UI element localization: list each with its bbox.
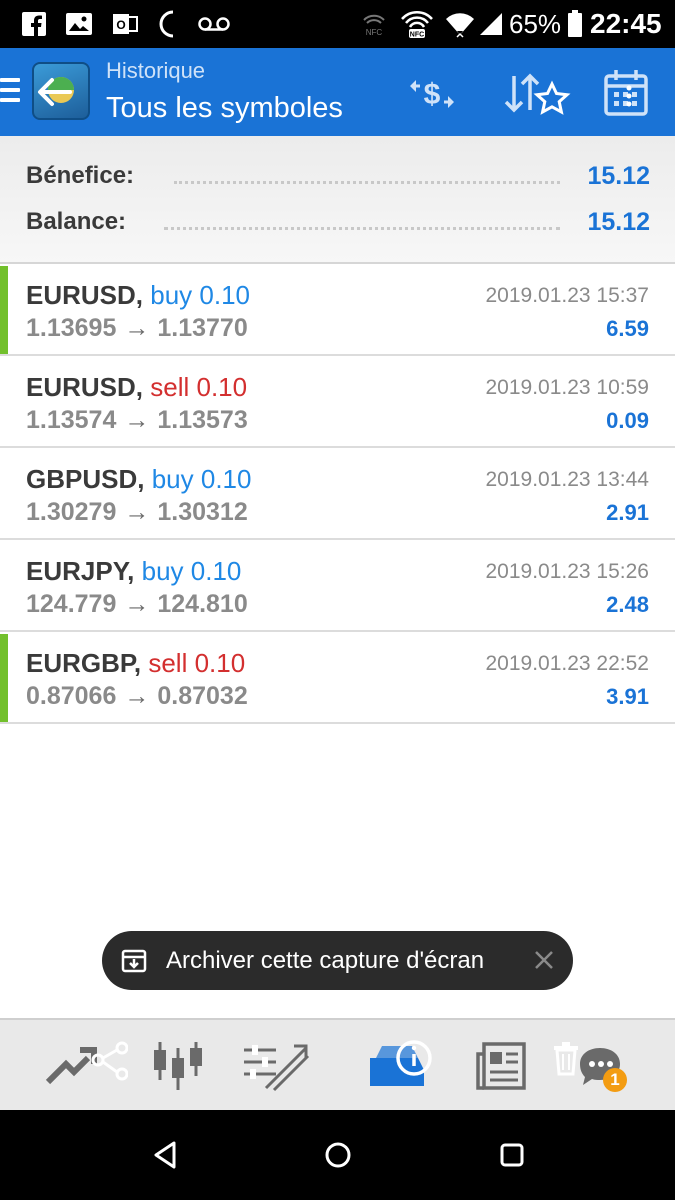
- benefit-value: 15.12: [587, 162, 650, 190]
- summary-panel: Bénefice: 15.12 Balance: 15.12: [0, 136, 675, 264]
- trade-profit: 0.09: [606, 408, 649, 433]
- trade-profit: 6.59: [606, 316, 649, 341]
- sort-favorites-icon[interactable]: [500, 66, 574, 122]
- header-subtitle: Historique: [106, 58, 206, 83]
- dotted-leader: [164, 226, 560, 230]
- trade-row[interactable]: EURGBP, sell 0.10 0.87066 → 0.87032 2019.0…: [0, 632, 675, 724]
- trade-symbol: GBPUSD,: [26, 464, 145, 494]
- delete-chat-icon[interactable]: 1: [548, 1036, 638, 1096]
- trade-symbol: EURGBP,: [26, 648, 142, 678]
- voicemail-icon: [198, 8, 230, 40]
- moon-icon: [156, 8, 182, 40]
- trade-date: 2019.01.23 10:59: [485, 376, 650, 399]
- marker-bar: [0, 634, 8, 722]
- back-arrow-icon[interactable]: [34, 74, 74, 110]
- benefit-row: Bénefice: 15.12: [26, 158, 650, 194]
- trade-date: 2019.01.23 15:26: [485, 560, 650, 583]
- open-price: 124.779: [26, 590, 117, 618]
- trade-volume: 0.10: [194, 648, 246, 678]
- trade-volume: 0.10: [199, 280, 251, 310]
- trade-side: sell: [150, 372, 190, 402]
- cell-signal-icon: [478, 8, 504, 40]
- arrow-icon: →: [124, 314, 150, 342]
- close-price: 1.30312: [157, 498, 248, 526]
- trade-volume: 0.10: [200, 464, 252, 494]
- trade-profit: 2.91: [606, 500, 649, 525]
- open-price: 1.30279: [26, 498, 117, 526]
- open-price: 1.13695: [26, 314, 117, 342]
- trade-row[interactable]: EURUSD, sell 0.10 1.13574 → 1.13573 2019.0…: [0, 356, 675, 448]
- trade-info-icon[interactable]: [366, 1036, 438, 1096]
- chat-badge: 1: [610, 1070, 620, 1089]
- home-icon[interactable]: [318, 1135, 358, 1175]
- arrow-icon: →: [124, 498, 150, 526]
- trade-side: buy: [141, 556, 184, 586]
- recents-icon[interactable]: [492, 1135, 532, 1175]
- marker-bar: [0, 266, 8, 354]
- trade-date: 2019.01.23 13:44: [485, 468, 650, 491]
- nfc-signal-icon: NFC: [400, 8, 434, 40]
- trade-date: 2019.01.23 15:37: [485, 284, 650, 307]
- status-bar: O NFC NFC 65% 22:45: [0, 0, 675, 48]
- svg-text:$: $: [424, 78, 441, 111]
- clock: 22:45: [590, 8, 662, 39]
- open-price: 0.87066: [26, 682, 117, 710]
- office-icon: O: [110, 8, 140, 40]
- menu-icon[interactable]: [0, 78, 20, 104]
- svg-text:O: O: [116, 18, 125, 32]
- svg-text:NFC: NFC: [410, 32, 424, 39]
- close-icon[interactable]: [529, 945, 559, 975]
- toast-text[interactable]: Archiver cette capture d'écran: [166, 931, 484, 990]
- bottom-toolbar: 1: [0, 1018, 675, 1110]
- calendar-icon[interactable]: [600, 66, 656, 122]
- balance-label: Balance:: [26, 208, 127, 235]
- trade-side: buy: [151, 464, 194, 494]
- screenshot-toast[interactable]: Archiver cette capture d'écran: [102, 931, 573, 990]
- battery-percent: 65%: [509, 9, 562, 39]
- currency-exchange-icon[interactable]: $: [404, 66, 460, 122]
- trade-share-icon[interactable]: [42, 1036, 129, 1096]
- system-nav-bar: [0, 1110, 675, 1200]
- trade-symbol: EURJPY,: [26, 556, 135, 586]
- svg-text:NFC: NFC: [366, 28, 383, 37]
- arrow-icon: →: [124, 406, 150, 434]
- news-icon[interactable]: [474, 1036, 530, 1096]
- indicators-icon[interactable]: [240, 1036, 312, 1096]
- trade-row[interactable]: GBPUSD, buy 0.10 1.30279 → 1.30312 2019.01…: [0, 448, 675, 540]
- gallery-icon: [64, 8, 94, 40]
- arrow-icon: →: [124, 682, 150, 710]
- trade-volume: 0.10: [190, 556, 242, 586]
- open-price: 1.13574: [26, 406, 117, 434]
- facebook-icon: [20, 8, 48, 40]
- close-price: 0.87032: [157, 682, 248, 710]
- close-price: 1.13770: [157, 314, 248, 342]
- trade-symbol: EURUSD,: [26, 372, 144, 402]
- nfc-icon: NFC: [360, 8, 388, 40]
- balance-row: Balance: 15.12: [26, 204, 650, 240]
- trade-list: EURUSD, buy 0.10 1.13695 → 1.13770 2019.01…: [0, 264, 675, 724]
- trade-side: sell: [148, 648, 188, 678]
- chart-candlestick-icon[interactable]: [150, 1036, 206, 1096]
- trade-side: buy: [150, 280, 193, 310]
- wifi-icon: [444, 8, 476, 40]
- close-price: 1.13573: [157, 406, 248, 434]
- archive-icon[interactable]: [120, 947, 148, 975]
- back-icon[interactable]: [146, 1135, 186, 1175]
- trade-date: 2019.01.23 22:52: [485, 652, 650, 675]
- trade-volume: 0.10: [196, 372, 248, 402]
- battery-icon: [566, 8, 584, 40]
- dotted-leader: [174, 180, 560, 184]
- balance-value: 15.12: [587, 208, 650, 236]
- trade-profit: 2.48: [606, 592, 649, 617]
- benefit-label: Bénefice:: [26, 162, 135, 189]
- trade-profit: 3.91: [606, 684, 649, 709]
- close-price: 124.810: [157, 590, 248, 618]
- trade-symbol: EURUSD,: [26, 280, 144, 310]
- app-bar: Historique Tous les symboles $: [0, 48, 675, 136]
- arrow-icon: →: [124, 590, 150, 618]
- page-title: Tous les symboles: [106, 92, 343, 124]
- trade-row[interactable]: EURUSD, buy 0.10 1.13695 → 1.13770 2019.01…: [0, 264, 675, 356]
- trade-row[interactable]: EURJPY, buy 0.10 124.779 → 124.810 2019.01…: [0, 540, 675, 632]
